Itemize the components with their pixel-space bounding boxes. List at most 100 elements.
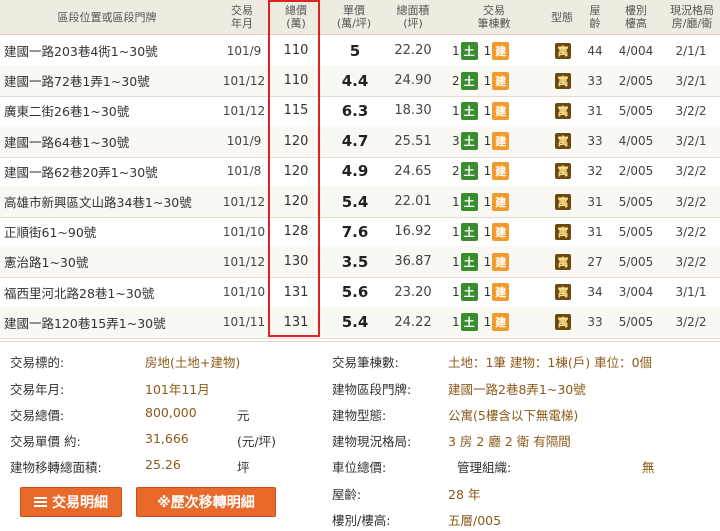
apartment-type-icon: 寓	[555, 223, 571, 240]
header-rooms[interactable]: 現況格局 房/廳/衛	[664, 0, 720, 34]
row-date: 101/11	[222, 315, 266, 330]
header-date[interactable]: 交易 年月	[214, 0, 270, 34]
row-age: 33	[587, 134, 603, 149]
building-count: 1	[483, 73, 492, 88]
row-floor: 3/004	[618, 285, 654, 300]
row-unit-price: 4.9	[341, 162, 369, 181]
building-count-badge: 1建	[484, 282, 510, 302]
land-count-badge: 1土	[452, 252, 478, 272]
land-icon: 土	[460, 101, 478, 120]
table-row[interactable]: 建國一路62巷20弄1~30號 101/8 120 4.9 24.65 2 土 1 建寓 32 2/…	[0, 156, 720, 188]
header-count[interactable]: 交易 筆棟數	[444, 0, 544, 34]
table-row[interactable]: 建國一路72巷1弄1~30號 101/12 110 4.4 24.90 2 土 1 建寓 33 2/…	[0, 65, 720, 98]
building-icon: 建	[492, 283, 510, 302]
row-unit-price: 3.5	[341, 252, 369, 271]
land-icon: 土	[460, 313, 478, 332]
table-row[interactable]: 正順街61~90號 101/10 128 7.6 16.92 1 土 1 建寓 31 5/005 3/…	[0, 216, 720, 249]
layout-value: 3 房 2 廳 2 衛 有隔間	[448, 434, 571, 449]
row-type: 寓	[548, 186, 578, 217]
header-unit-price[interactable]: 單價 (萬/坪)	[326, 0, 382, 34]
row-floor: 4/004	[618, 43, 654, 58]
row-rooms: 3/1/1	[675, 285, 707, 300]
row-unit-price: 5.4	[341, 313, 369, 332]
row-floor: 5/005	[618, 315, 654, 330]
row-floor: 5/005	[618, 224, 654, 239]
row-address: 憲治路1~30號	[4, 255, 89, 271]
land-icon: 土	[460, 192, 478, 211]
row-address: 廣東二街26巷1~30號	[4, 104, 130, 120]
table-row[interactable]: 廣東二街26巷1~30號 101/12 115 6.3 18.30 1 土 1 建寓 31 5/00…	[0, 95, 720, 128]
row-type: 寓	[548, 246, 578, 277]
row-count: 1土 1建	[446, 186, 542, 217]
row-area: 23.20	[394, 284, 432, 300]
total-price-highlight-box	[268, 0, 320, 337]
row-rooms: 3/2/2	[675, 103, 707, 118]
header-age[interactable]: 屋 齡	[580, 0, 610, 34]
row-area: 25.51	[394, 133, 432, 149]
row-type: 寓	[548, 277, 578, 308]
row-floor: 2/005	[618, 164, 654, 179]
transaction-detail-button[interactable]: 交易明細	[20, 487, 122, 517]
building-icon: 建	[492, 313, 510, 332]
building-count: 1	[483, 194, 492, 209]
row-count: 1土1建	[446, 277, 542, 308]
header-floor[interactable]: 樓別 樓高	[608, 0, 664, 34]
land-count-badge: 1土	[452, 222, 478, 242]
land-count: 1	[452, 194, 460, 209]
building-count-badge: 1建	[484, 131, 510, 151]
row-date: 101/12	[222, 73, 266, 88]
building-count: 1	[483, 254, 492, 269]
area-unit: 坪	[237, 460, 250, 475]
table-row[interactable]: 福西里河北路28巷1~30號 101/10 131 5.6 23.20 1 土 1 建寓 34 3/…	[0, 277, 720, 309]
row-date: 101/12	[222, 194, 266, 209]
list-icon	[34, 497, 47, 507]
area-label: 建物移轉總面積:	[10, 460, 102, 475]
header-area[interactable]: 總面積 (坪)	[382, 0, 444, 34]
row-area: 22.01	[394, 194, 432, 209]
table-row[interactable]: 建國一路203巷4衖1~30號 101/9 110 5 22.20 1 土 1 建寓 44 4/00…	[0, 35, 720, 67]
row-date: 101/10	[222, 285, 266, 300]
row-address: 建國一路62巷20弄1~30號	[4, 164, 158, 180]
table-row[interactable]: 建國一路64巷1~30號 101/9 120 4.7 25.51 3 土 1 建寓 33 4/005…	[0, 125, 720, 158]
age-value: 28 年	[448, 487, 481, 502]
row-count: 2土 1建	[446, 65, 542, 96]
row-count: 2土1建	[446, 156, 542, 187]
building-count-badge: 1建	[484, 192, 510, 212]
table-row[interactable]: 高雄市新興區文山路34巷1~30號 101/12 120 5.4 22.01 1 土 1 建寓 3…	[0, 186, 720, 218]
mgmt-value: 無	[642, 460, 655, 475]
count-value: 土地：1筆 建物：1棟(戶) 車位：0個	[448, 355, 653, 370]
row-type: 寓	[548, 35, 578, 66]
building-icon: 建	[492, 41, 510, 60]
row-type: 寓	[548, 307, 578, 338]
addr-value: 建國一路2巷8弄1~30號	[448, 382, 586, 397]
row-area: 36.87	[394, 254, 432, 270]
building-count-badge: 1建	[484, 101, 510, 121]
row-floor: 2/005	[618, 73, 654, 88]
building-count-badge: 1建	[484, 161, 510, 181]
row-area: 18.30	[394, 103, 432, 119]
building-count-badge: 1建	[484, 71, 510, 91]
transaction-detail-label: 交易明細	[52, 495, 108, 511]
land-count-badge: 2土	[452, 71, 478, 91]
btype-value: 公寓(5樓含以下無電梯)	[448, 408, 579, 423]
building-count: 1	[483, 134, 492, 149]
row-address: 建國一路64巷1~30號	[4, 134, 130, 150]
row-rooms: 3/2/2	[675, 315, 707, 330]
row-date: 101/12	[222, 103, 266, 118]
row-age: 31	[587, 194, 603, 209]
header-address[interactable]: 區段位置或區段門牌	[0, 0, 214, 34]
transfer-history-button[interactable]: ※歷次移轉明細	[136, 487, 276, 517]
building-count-badge: 1建	[484, 252, 510, 272]
building-count-badge: 1建	[484, 312, 510, 332]
row-date: 101/9	[226, 43, 262, 58]
building-count: 1	[483, 103, 492, 118]
area-value: 25.26	[145, 457, 181, 472]
header-type[interactable]: 型態	[544, 0, 580, 34]
building-count: 1	[483, 224, 492, 239]
table-row[interactable]: 建國一路120巷15弄1~30號 101/11 131 5.4 24.22 1 土 1 建寓 33…	[0, 306, 720, 339]
land-count: 3	[452, 134, 460, 149]
age-label: 屋齡:	[332, 487, 362, 502]
table-row[interactable]: 憲治路1~30號 101/12 130 3.5 36.87 1 土 1 建寓 27 5/005 3/2…	[0, 246, 720, 279]
btype-label: 建物型態:	[332, 408, 387, 423]
land-icon: 土	[460, 162, 478, 181]
